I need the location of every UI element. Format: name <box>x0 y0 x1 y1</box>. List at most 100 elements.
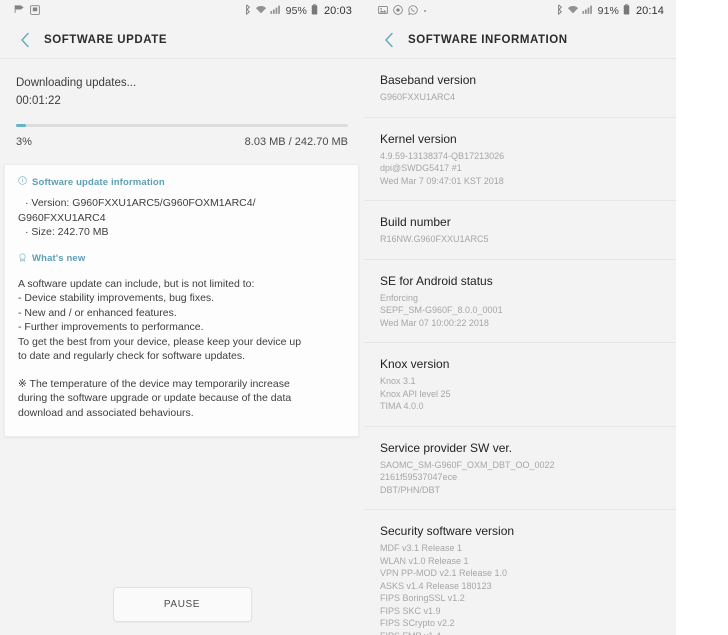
whats-new-line: To get the best from your device, please… <box>18 335 302 348</box>
software-information-list: Baseband version G960FXXU1ARC4 Kernel vers… <box>364 59 676 635</box>
whatsapp-icon <box>408 4 418 18</box>
info-row-value-line: TIMA 4.0.0 <box>380 401 424 411</box>
info-row-title: Service provider SW ver. <box>380 440 513 455</box>
info-row-value-line: WLAN v1.0 Release 1 <box>380 555 469 566</box>
info-row-value-line: Wed Mar 7 09:47:01 KST 2018 <box>380 175 504 186</box>
info-row[interactable]: Build number R16NW.G960FXXU1ARC5 <box>364 200 676 259</box>
info-row-value-line: FIPS BoringSSL v1.2 <box>380 593 465 603</box>
whats-new-line: to date and regularly check for software… <box>18 350 246 362</box>
temperature-note-line: download and associated behaviours. <box>18 406 194 419</box>
software-update-information-heading: Software update information <box>18 176 345 188</box>
update-version-line-1: · Version: G960FXXU1ARC5/G960FOXM1ARC4/ <box>25 197 256 209</box>
info-row-value-line: G960FXXU1ARC4 <box>380 92 456 102</box>
info-row-value-line: SEPF_SM-G960F_8.0.0_0001 <box>380 305 503 315</box>
info-row-value-line: 4.9.59-13138374-QB17213026 <box>380 150 505 161</box>
info-row-value: MDF v3.1 Release 1 WLAN v1.0 Release 1 VPN… <box>380 542 660 635</box>
info-circle-icon <box>18 176 27 188</box>
info-row-title: Kernel version <box>380 131 457 146</box>
battery-icon <box>623 4 630 18</box>
whats-new-line: - Further improvements to performance. <box>18 321 204 333</box>
status-bar-clock: 20:03 <box>323 5 352 17</box>
download-meta: 3% 8.03 MB / 242.70 MB <box>16 136 348 148</box>
info-row-value-line: 2161f59537047ece <box>380 472 458 482</box>
info-row-value-line: SAOMC_SM-G960F_OXM_DBT_OO_0022 <box>380 459 555 470</box>
whats-new-heading: What's new <box>18 252 345 265</box>
page-title: SOFTWARE UPDATE <box>44 34 168 46</box>
download-percent-label: 3% <box>16 136 32 148</box>
software-update-screen: 95% 20:03 SOFTWARE UPDATE Downloading up… <box>0 0 364 635</box>
back-icon[interactable] <box>378 29 400 51</box>
bluetooth-icon <box>244 4 252 18</box>
screenshot-stage: 95% 20:03 SOFTWARE UPDATE Downloading up… <box>0 0 728 635</box>
info-row-title: SE for Android status <box>380 273 493 288</box>
info-row[interactable]: Baseband version G960FXXU1ARC4 <box>364 59 676 117</box>
back-icon[interactable] <box>14 29 36 51</box>
info-row-value-line: MDF v3.1 Release 1 <box>380 543 463 553</box>
info-row-value-line: Wed Mar 07 10:00:22 2018 <box>380 317 489 328</box>
app-bar-software-information: SOFTWARE INFORMATION <box>364 22 676 59</box>
info-row-value-line: VPN PP-MOD v2.1 Release 1.0 <box>380 568 508 578</box>
info-row[interactable]: Service provider SW ver. SAOMC_SM-G960F_O… <box>364 425 676 510</box>
wifi-icon <box>567 4 579 18</box>
info-row-title: Knox version <box>380 357 450 371</box>
info-row[interactable]: Security software version MDF v3.1 Releas… <box>364 509 676 635</box>
status-bar-left-icons <box>14 4 40 18</box>
screenshot-icon <box>30 4 40 18</box>
software-update-information-label: Software update information <box>32 176 165 188</box>
software-information-screen: 91% 20:14 SOFTWARE INFORMATION Baseband … <box>364 0 676 635</box>
status-bar-right-icons: 91% 20:14 <box>556 4 664 18</box>
battery-percent-label: 91% <box>597 5 619 17</box>
signal-icon <box>270 4 281 18</box>
info-row-value-line: R16NW.G960FXXU1ARC5 <box>380 234 489 244</box>
whats-new-label: What's new <box>32 253 86 264</box>
status-bar-right: 91% 20:14 <box>364 0 676 22</box>
whats-new-body: A software update can include, but is no… <box>18 277 345 421</box>
wifi-icon <box>255 4 267 18</box>
info-row-value-line: ASKS v1.4 Release 180123 <box>380 580 492 591</box>
pause-button[interactable]: PAUSE <box>112 586 252 622</box>
cast-icon <box>14 4 25 18</box>
app-bar-software-update: SOFTWARE UPDATE <box>0 22 364 59</box>
dot-icon <box>423 5 427 18</box>
update-info-card: Software update information · Version: G… <box>4 164 359 437</box>
status-bar-right-icons: 95% 20:03 <box>244 4 352 18</box>
info-row-value-line: FIPS FMP v1.4 <box>380 630 660 635</box>
info-row-value: G960FXXU1ARC4 <box>380 91 660 104</box>
info-row-value-line: Enforcing <box>380 292 419 303</box>
whats-new-line: - New and / or enhanced features. <box>18 306 177 319</box>
download-size-label: 8.03 MB / 242.70 MB <box>244 136 348 148</box>
download-progress-section: Downloading updates... 00:01:22 3% 8.03 … <box>0 59 364 148</box>
update-details-list: · Version: G960FXXU1ARC5/G960FOXM1ARC4/ … <box>18 196 345 240</box>
chrome-icon <box>393 4 403 18</box>
info-row-value: R16NW.G960FXXU1ARC5 <box>380 233 660 246</box>
info-row-title: Build number <box>380 215 451 229</box>
update-version-line-2: G960FXXU1ARC4 <box>18 211 106 224</box>
info-row-value-line: FIPS SCrypto v2.2 <box>380 618 455 628</box>
info-row-value: Knox 3.1 Knox API level 25 TIMA 4.0.0 <box>380 375 660 413</box>
battery-percent-label: 95% <box>285 5 307 17</box>
info-row-value: SAOMC_SM-G960F_OXM_DBT_OO_0022 2161f59537… <box>380 459 660 497</box>
info-row[interactable]: SE for Android status Enforcing SEPF_SM-G9… <box>364 258 676 343</box>
download-progress-bar <box>16 124 348 127</box>
info-row-value-line: dpi@SWDG5417 #1 <box>380 163 462 173</box>
status-bar-clock: 20:14 <box>635 5 664 17</box>
status-bar-left: 95% 20:03 <box>0 0 364 22</box>
info-row-value-line: Knox 3.1 <box>380 376 416 386</box>
update-size-line: · Size: 242.70 MB <box>25 226 109 238</box>
whats-new-line: A software update can include, but is no… <box>18 277 255 290</box>
info-row[interactable]: Knox version Knox 3.1 Knox API level 25 TIM… <box>364 342 676 426</box>
info-row-value: 4.9.59-13138374-QB17213026 dpi@SWDG5417 #… <box>380 150 660 188</box>
info-row-title: Baseband version <box>380 73 477 87</box>
battery-icon <box>311 4 318 18</box>
temperature-note-line: during the software upgrade or update be… <box>18 392 292 404</box>
whats-new-line: - Device stability improvements, bug fix… <box>18 292 215 304</box>
download-status-text: Downloading updates... <box>16 77 137 89</box>
bluetooth-icon <box>556 4 564 18</box>
info-row[interactable]: Kernel version 4.9.59-13138374-QB17213026… <box>364 116 676 201</box>
signal-icon <box>582 4 593 18</box>
info-row-title: Security software version <box>380 524 515 538</box>
info-row-value: Enforcing SEPF_SM-G960F_8.0.0_0001 Wed Mar… <box>380 292 660 330</box>
temperature-note-line: ※ The temperature of the device may temp… <box>18 377 290 390</box>
download-elapsed-time: 00:01:22 <box>16 95 61 107</box>
pause-button-area: PAUSE <box>0 573 364 635</box>
